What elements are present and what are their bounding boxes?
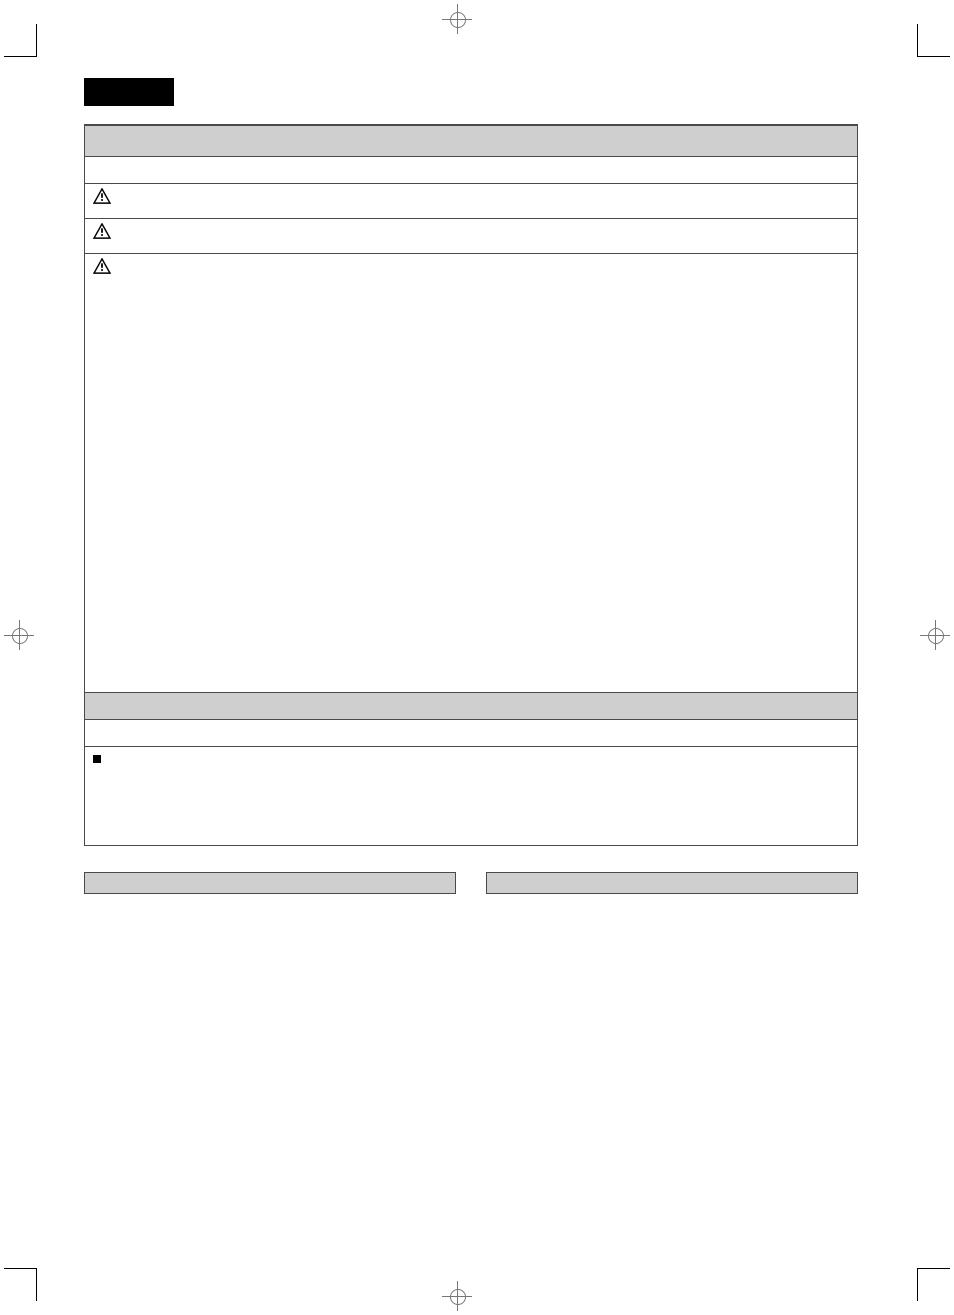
crop-mark bbox=[917, 24, 950, 57]
warning-icon bbox=[93, 223, 113, 239]
crop-mark bbox=[4, 24, 37, 57]
warning-text bbox=[121, 258, 849, 272]
section-header bbox=[85, 693, 857, 720]
row-text bbox=[93, 159, 849, 173]
print-page bbox=[0, 0, 954, 1315]
section-header bbox=[85, 126, 857, 157]
warning-text bbox=[121, 188, 849, 202]
registration-mark bbox=[920, 620, 950, 650]
bullet-row bbox=[85, 747, 857, 845]
table-row bbox=[85, 720, 857, 747]
registration-mark bbox=[442, 4, 472, 34]
registration-mark bbox=[4, 620, 34, 650]
footer-bar-right bbox=[486, 872, 858, 894]
page-content bbox=[84, 78, 858, 894]
footer-bars bbox=[84, 872, 858, 894]
main-panel bbox=[84, 124, 858, 846]
section-tab bbox=[84, 78, 174, 106]
warning-icon bbox=[93, 188, 113, 204]
footer-bar-left bbox=[84, 872, 456, 894]
square-bullet-icon bbox=[93, 755, 113, 763]
warning-text bbox=[121, 223, 849, 237]
table-row bbox=[85, 157, 857, 184]
crop-mark bbox=[4, 1268, 37, 1301]
warning-icon bbox=[93, 258, 113, 274]
warning-row bbox=[85, 184, 857, 219]
warning-row bbox=[85, 219, 857, 254]
row-text bbox=[93, 722, 849, 736]
warning-row bbox=[85, 254, 857, 693]
registration-mark bbox=[442, 1281, 472, 1311]
crop-mark bbox=[917, 1268, 950, 1301]
bullet-text bbox=[121, 751, 849, 765]
